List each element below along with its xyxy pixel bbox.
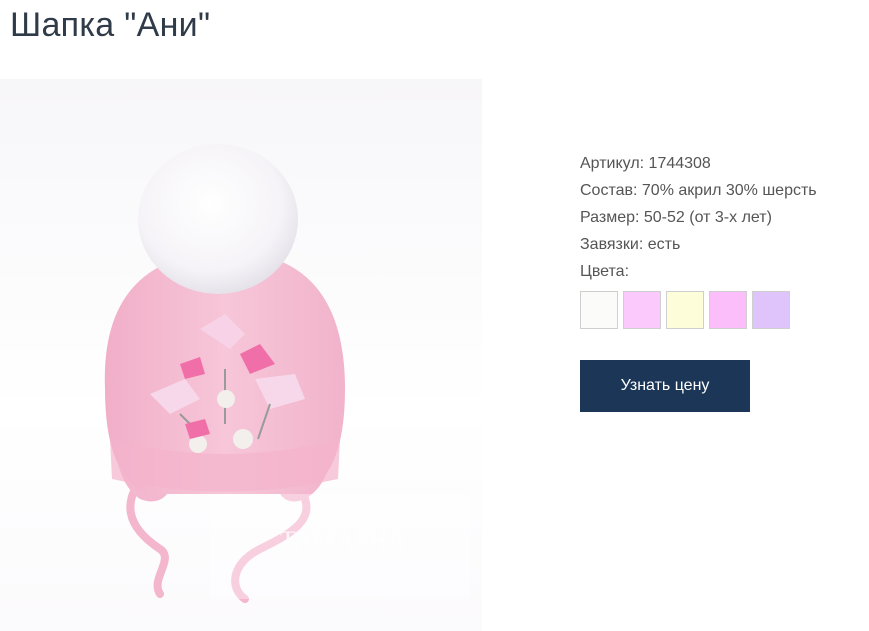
color-swatch-cream[interactable]	[666, 291, 704, 329]
color-swatch-light-pink[interactable]	[709, 291, 747, 329]
color-swatch-lavender[interactable]	[752, 291, 790, 329]
get-price-button[interactable]: Узнать цену	[580, 360, 750, 412]
color-swatches	[580, 291, 790, 329]
hat-illustration: TAMASHA	[104, 144, 470, 603]
spec-size: Размер: 50-52 (от 3-х лет)	[580, 209, 772, 226]
product-image[interactable]: TAMASHA	[0, 79, 482, 631]
spec-composition: Состав: 70% акрил 30% шерсть	[580, 182, 817, 199]
watermark: TAMASHA	[280, 526, 407, 555]
color-swatch-white[interactable]	[580, 291, 618, 329]
color-swatch-pink[interactable]	[623, 291, 661, 329]
page-title: Шапка "Ани"	[10, 6, 211, 44]
product-specs: Артикул: 1744308 Состав: 70% акрил 30% ш…	[580, 150, 817, 285]
spec-article: Артикул: 1744308	[580, 155, 711, 172]
spec-colors-label: Цвета:	[580, 263, 630, 280]
spec-ties: Завязки: есть	[580, 236, 681, 253]
